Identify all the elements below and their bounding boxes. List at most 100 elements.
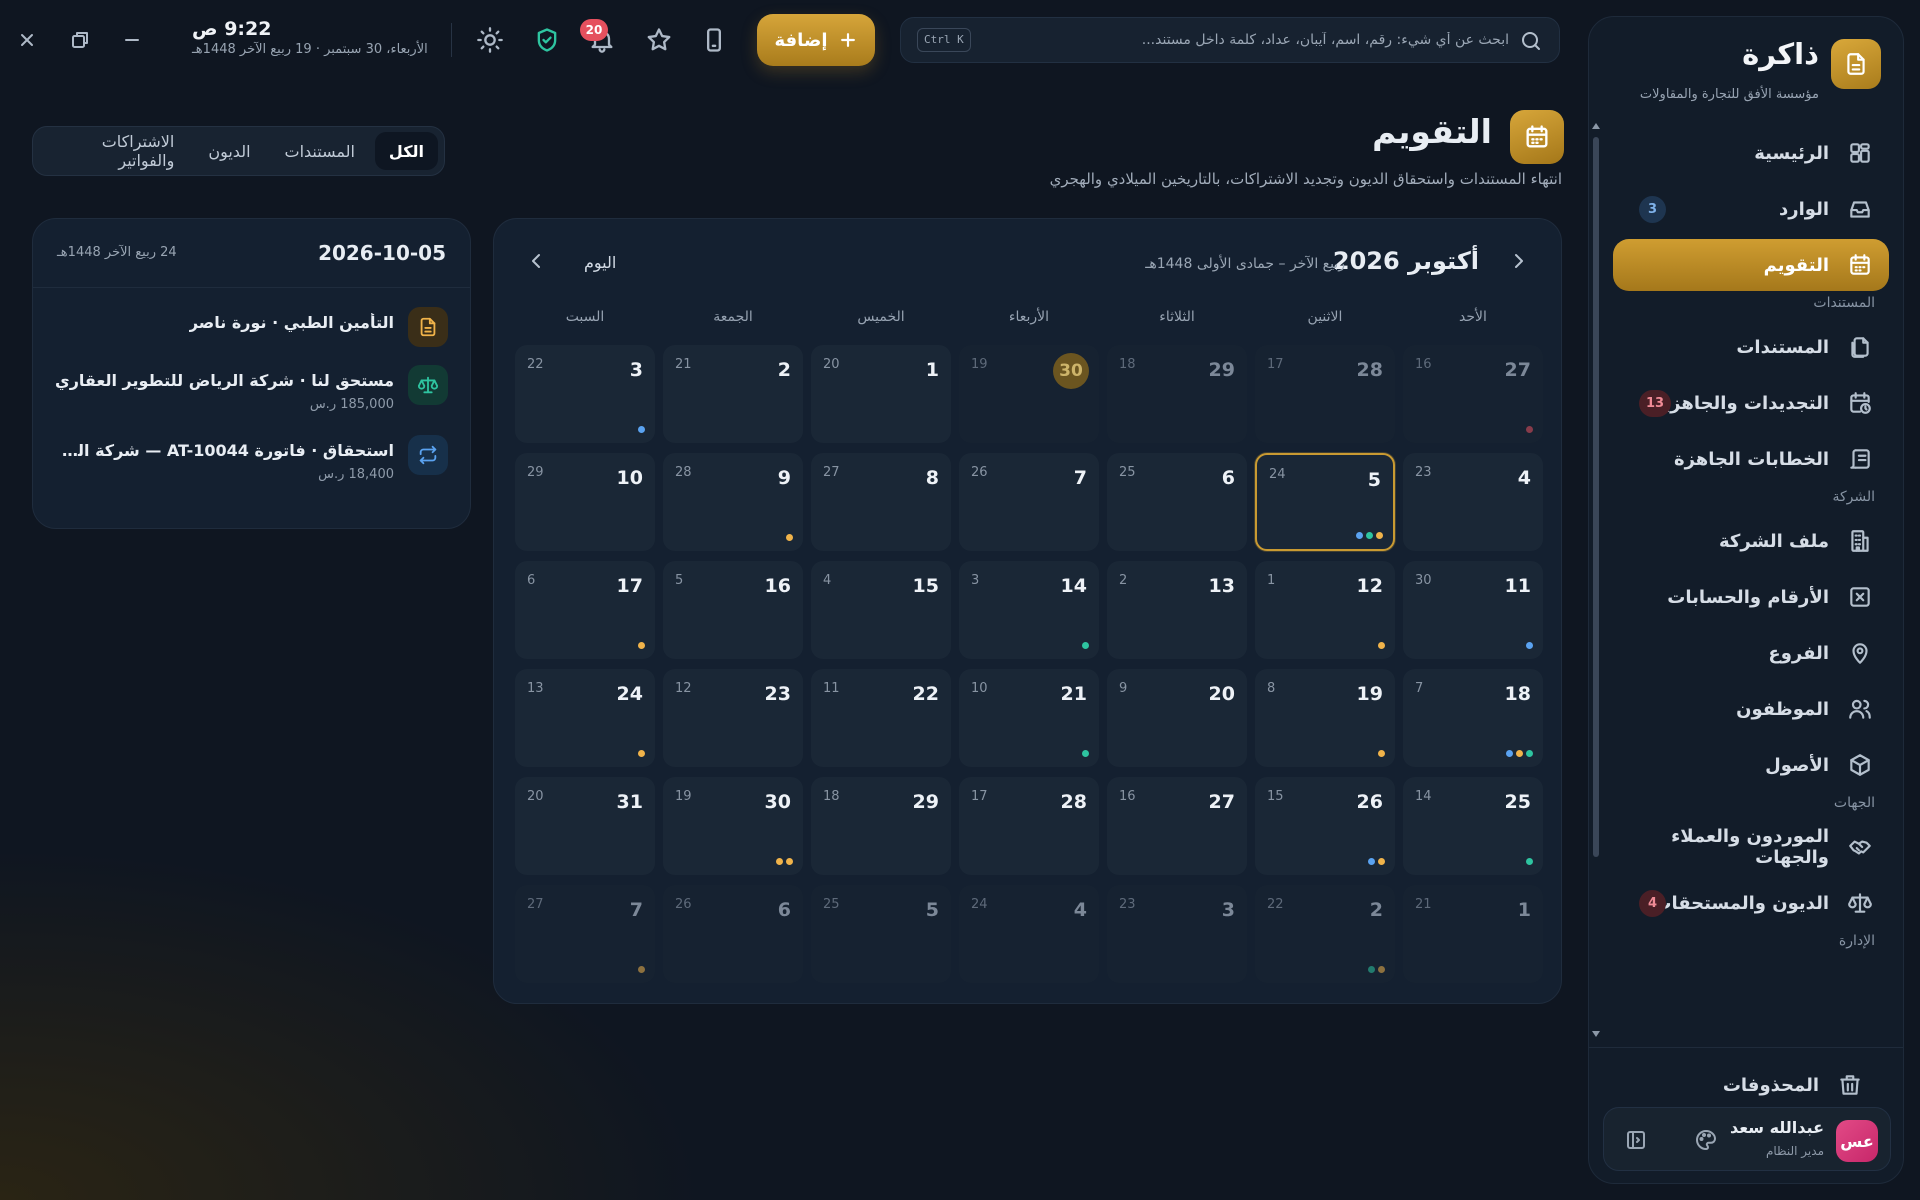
filter-tab[interactable]: المستندات <box>271 132 369 170</box>
calendar-day[interactable]: 9 28 <box>663 453 803 551</box>
calendar-day[interactable]: 31 20 <box>515 777 655 875</box>
calendar-day[interactable]: 8 27 <box>811 453 951 551</box>
user-card[interactable]: عس عبدالله سعد مدير النظام <box>1603 1107 1891 1171</box>
sidebar-item-inbox[interactable]: الوارد 3 <box>1613 183 1889 235</box>
calendar-day[interactable]: 10 29 <box>515 453 655 551</box>
calendar-day[interactable]: 22 11 <box>811 669 951 767</box>
filter-tab[interactable]: الديون <box>194 132 264 170</box>
calendar-day[interactable]: 29 18 <box>811 777 951 875</box>
company-name: مؤسسة الأفق للتجارة والمقاولات <box>1639 87 1819 102</box>
shield-check-icon[interactable] <box>533 26 561 54</box>
calendar-day[interactable]: 5 24 <box>1255 453 1395 551</box>
sidebar-item-map-pin[interactable]: الفروع <box>1613 627 1889 679</box>
chevron-right-icon[interactable] <box>1507 249 1531 273</box>
calendar-day[interactable]: 12 1 <box>1255 561 1395 659</box>
gregorian-day: 13 <box>1208 575 1235 597</box>
sidebar-item-label: المستندات <box>1736 336 1829 358</box>
calendar-day[interactable]: 11 30 <box>1403 561 1543 659</box>
calendar-day[interactable]: 20 9 <box>1107 669 1247 767</box>
sidebar-item-scroll[interactable]: الخطابات الجاهزة <box>1613 433 1889 485</box>
minimize-icon[interactable] <box>120 28 144 52</box>
calendar-day[interactable]: 25 14 <box>1403 777 1543 875</box>
sidebar-item-handshake[interactable]: الموردون والعملاء والجهات <box>1613 821 1889 873</box>
sidebar-item-documents[interactable]: المستندات <box>1613 321 1889 373</box>
day-event[interactable]: استحقاق · فاتورة AT-10044 — شركة الطاقة … <box>48 435 448 491</box>
calendar-day[interactable]: 3 22 <box>515 345 655 443</box>
calendar-day[interactable]: 4 24 <box>959 885 1099 983</box>
hijri-day: 26 <box>675 897 692 912</box>
calendar-day[interactable]: 6 26 <box>663 885 803 983</box>
calendar-day[interactable]: 30 19 <box>959 345 1099 443</box>
today-button[interactable]: اليوم <box>584 253 616 272</box>
chevron-left-icon[interactable] <box>524 249 548 273</box>
mobile-icon[interactable] <box>700 26 728 54</box>
calendar-day[interactable]: 3 23 <box>1107 885 1247 983</box>
calendar-day[interactable]: 26 15 <box>1255 777 1395 875</box>
search-input[interactable] <box>1029 18 1509 62</box>
sidebar-item-calendar[interactable]: التقويم <box>1613 239 1889 291</box>
star-icon[interactable] <box>645 26 673 54</box>
calendar-day[interactable]: 18 7 <box>1403 669 1543 767</box>
gregorian-day: 28 <box>1356 359 1383 381</box>
day-event[interactable]: مستحق لنا · شركة الرياض للتطوير العقاري … <box>48 365 448 421</box>
collapse-sidebar-icon[interactable] <box>1624 1128 1648 1152</box>
palette-icon[interactable] <box>1694 1128 1718 1152</box>
calendar-day[interactable]: 27 16 <box>1107 777 1247 875</box>
day-event[interactable]: التأمين الطبي · نورة ناصر <box>48 307 448 363</box>
calendar-day[interactable]: 28 17 <box>959 777 1099 875</box>
sidebar-item-badge: 4 <box>1639 890 1666 917</box>
hijri-day: 23 <box>1119 897 1136 912</box>
sidebar-item-box[interactable]: الأصول <box>1613 739 1889 791</box>
event-dot <box>1526 858 1533 865</box>
calendar-day[interactable]: 13 2 <box>1107 561 1247 659</box>
filter-tab[interactable]: الكل <box>374 132 438 170</box>
calendar-icon <box>1510 110 1564 164</box>
calendar-day[interactable]: 1 21 <box>1403 885 1543 983</box>
calendar-day[interactable]: 28 17 <box>1255 345 1395 443</box>
hijri-day: 24 <box>1269 467 1286 482</box>
calendar-day[interactable]: 14 3 <box>959 561 1099 659</box>
sidebar-item-scale[interactable]: الديون والمستحقات 4 <box>1613 877 1889 929</box>
sidebar-scrollbar[interactable] <box>1591 121 1601 1041</box>
calendar-day[interactable]: 21 10 <box>959 669 1099 767</box>
calendar-day[interactable]: 19 8 <box>1255 669 1395 767</box>
gregorian-day: 24 <box>616 683 643 705</box>
sun-icon[interactable] <box>476 26 504 54</box>
calendar-day[interactable]: 16 5 <box>663 561 803 659</box>
sidebar-item-label: الموردون والعملاء والجهات <box>1671 826 1829 868</box>
calendar-day[interactable]: 17 6 <box>515 561 655 659</box>
close-icon[interactable] <box>15 28 39 52</box>
calendar-day[interactable]: 29 18 <box>1107 345 1247 443</box>
add-button[interactable]: إضافة <box>757 14 875 66</box>
gregorian-day: 7 <box>629 899 643 921</box>
calendar-day[interactable]: 27 16 <box>1403 345 1543 443</box>
calendar-day[interactable]: 2 21 <box>663 345 803 443</box>
calendar-day[interactable]: 6 25 <box>1107 453 1247 551</box>
calendar-day[interactable]: 30 19 <box>663 777 803 875</box>
calendar-day[interactable]: 23 12 <box>663 669 803 767</box>
calendar-day[interactable]: 4 23 <box>1403 453 1543 551</box>
event-dot <box>1368 858 1375 865</box>
calendar-day[interactable]: 15 4 <box>811 561 951 659</box>
sidebar-item-dashboard[interactable]: الرئيسية <box>1613 127 1889 179</box>
current-date: الأربعاء، 30 سبتمبر · 19 ربيع الآخر 1448… <box>192 42 428 57</box>
hijri-day: 5 <box>675 573 684 588</box>
calendar-day[interactable]: 24 13 <box>515 669 655 767</box>
global-search[interactable]: Ctrl K <box>900 17 1560 63</box>
sidebar-item-calendar-clock[interactable]: التجديدات والجاهزية 13 <box>1613 377 1889 429</box>
avatar[interactable]: عس <box>1836 1120 1878 1162</box>
sidebar-item-trash[interactable]: المحذوفات <box>1589 1059 1879 1111</box>
calendar-day[interactable]: 2 22 <box>1255 885 1395 983</box>
event-dots <box>1356 532 1383 539</box>
calendar-day[interactable]: 5 25 <box>811 885 951 983</box>
sidebar-item-hash-box[interactable]: الأرقام والحسابات <box>1613 571 1889 623</box>
gregorian-day: 3 <box>1221 899 1235 921</box>
gregorian-day: 12 <box>1356 575 1383 597</box>
sidebar-item-building[interactable]: ملف الشركة <box>1613 515 1889 567</box>
filter-tab[interactable]: الاشتراكات والفواتير <box>39 132 188 170</box>
calendar-day[interactable]: 7 26 <box>959 453 1099 551</box>
calendar-day[interactable]: 1 20 <box>811 345 951 443</box>
calendar-day[interactable]: 7 27 <box>515 885 655 983</box>
sidebar-item-users[interactable]: الموظفون <box>1613 683 1889 735</box>
restore-icon[interactable] <box>68 28 92 52</box>
